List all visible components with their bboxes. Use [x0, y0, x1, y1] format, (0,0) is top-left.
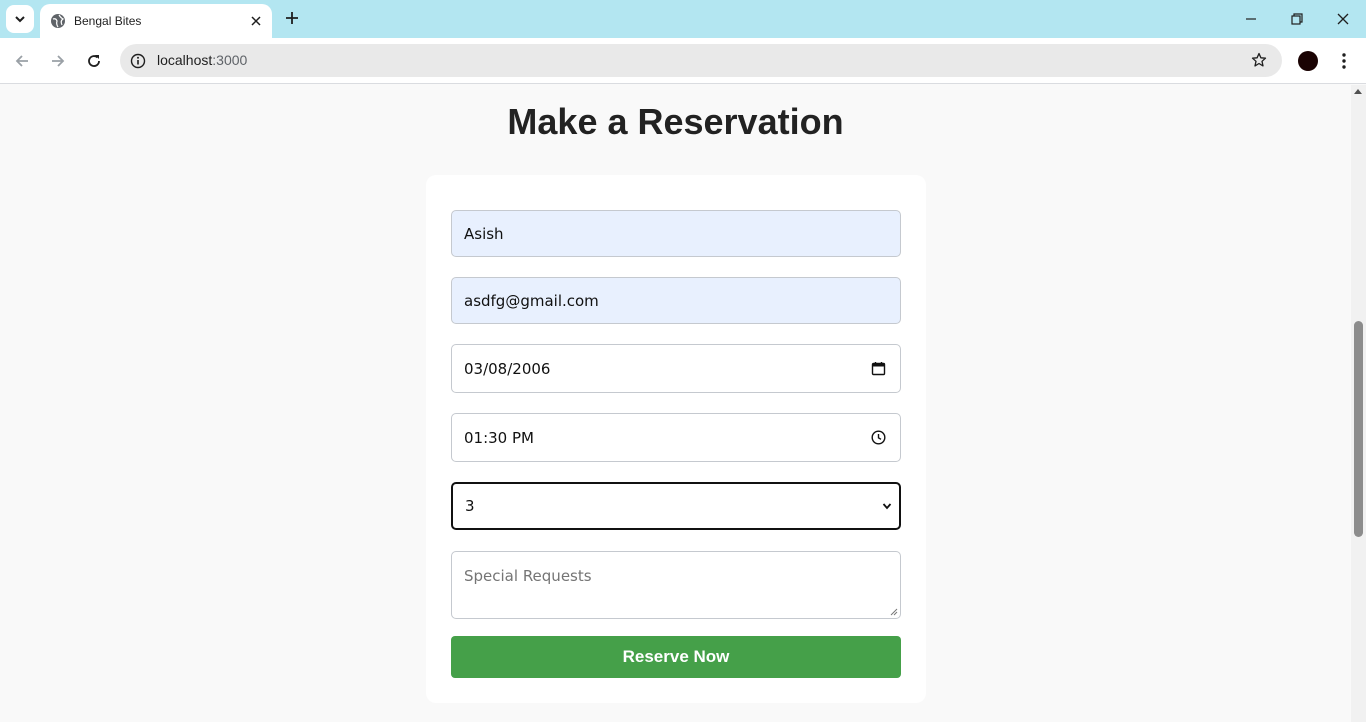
reload-button[interactable]: [83, 50, 105, 72]
scroll-up-arrow-icon[interactable]: [1354, 89, 1362, 94]
info-icon[interactable]: [129, 52, 146, 69]
address-bar[interactable]: localhost:3000: [120, 44, 1282, 77]
close-window-button[interactable]: [1332, 8, 1354, 30]
browser-menu-button[interactable]: [1334, 50, 1354, 72]
url-host: localhost: [157, 52, 213, 68]
globe-icon: [50, 13, 66, 29]
restore-icon: [1291, 13, 1303, 25]
time-value: 01:30 PM: [464, 428, 534, 447]
tab-search-button[interactable]: [6, 5, 34, 33]
close-icon: [1337, 13, 1349, 25]
guests-value: 3: [465, 497, 475, 515]
browser-toolbar: localhost:3000: [0, 38, 1366, 84]
date-value: 03/08/2006: [464, 359, 551, 378]
plus-icon: [286, 12, 298, 24]
name-field[interactable]: Asish: [451, 210, 901, 257]
star-icon[interactable]: [1250, 51, 1268, 69]
scrollbar-thumb[interactable]: [1354, 321, 1363, 537]
chevron-down-icon: [15, 16, 25, 23]
reservation-form: Asish asdfg@gmail.com 03/08/2006 01:30 P…: [426, 175, 926, 703]
reload-icon: [88, 55, 100, 67]
special-requests-placeholder: Special Requests: [464, 567, 592, 585]
arrow-left-icon: [15, 55, 28, 67]
special-requests-textarea[interactable]: Special Requests: [451, 551, 901, 619]
time-field[interactable]: 01:30 PM: [451, 413, 901, 462]
restore-button[interactable]: [1286, 8, 1308, 30]
guests-select[interactable]: 3: [451, 482, 901, 530]
clock-icon[interactable]: [870, 430, 886, 446]
calendar-icon[interactable]: [870, 361, 886, 377]
close-icon[interactable]: [248, 13, 264, 29]
tab-title: Bengal Bites: [74, 14, 142, 28]
resize-handle-icon[interactable]: [890, 608, 898, 616]
kebab-menu-icon: [1342, 53, 1346, 69]
arrow-right-icon: [52, 55, 65, 67]
url-port: :3000: [212, 52, 248, 68]
forward-button[interactable]: [47, 50, 69, 72]
profile-avatar[interactable]: [1298, 51, 1318, 71]
page-viewport: Make a Reservation Asish asdfg@gmail.com…: [0, 85, 1351, 722]
minimize-button[interactable]: [1240, 8, 1262, 30]
chevron-down-icon: [879, 498, 895, 514]
page-title: Make a Reservation: [507, 101, 844, 142]
email-field[interactable]: asdfg@gmail.com: [451, 277, 901, 324]
date-field[interactable]: 03/08/2006: [451, 344, 901, 393]
minimize-icon: [1246, 18, 1256, 20]
tab-bengal-bites[interactable]: Bengal Bites: [40, 4, 272, 38]
url-text: localhost:3000: [157, 52, 247, 68]
page-scrollbar[interactable]: [1351, 85, 1366, 722]
new-tab-button[interactable]: [282, 8, 302, 28]
tab-strip: Bengal Bites: [0, 0, 1366, 38]
reserve-now-button[interactable]: Reserve Now: [451, 636, 901, 678]
back-button[interactable]: [11, 50, 33, 72]
